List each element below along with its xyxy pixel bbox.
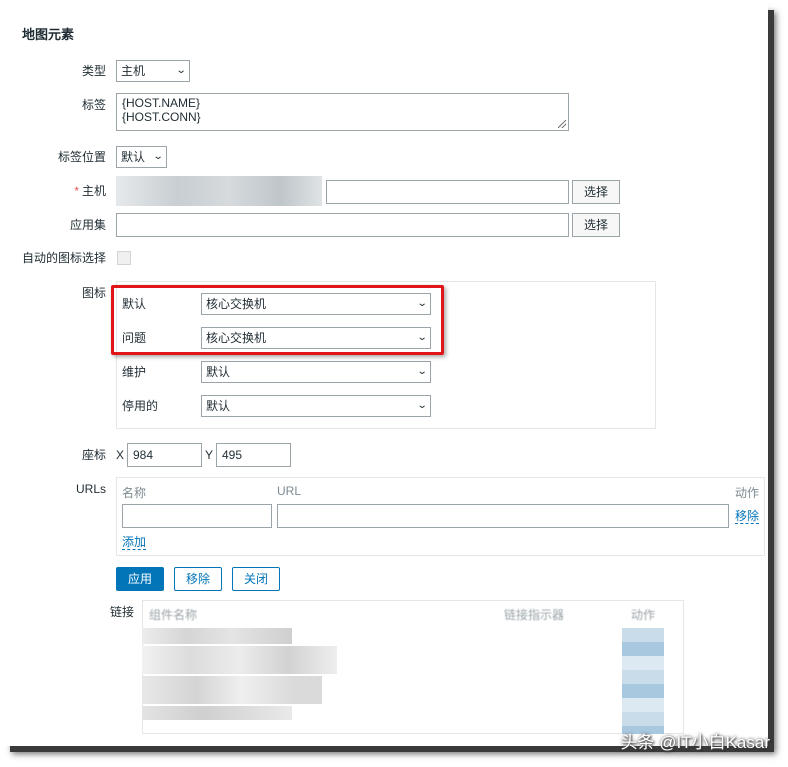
links-label: 链接 xyxy=(109,605,134,619)
coordinates-label: 座标 xyxy=(81,448,106,462)
type-select-value: 主机 xyxy=(121,64,146,78)
chevron-down-icon: ⌄ xyxy=(416,400,428,411)
links-redacted-row xyxy=(142,676,322,704)
icon-disabled-select[interactable]: 默认 ⌄ xyxy=(201,395,431,417)
application-label: 应用集 xyxy=(69,218,106,232)
application-input[interactable] xyxy=(116,213,569,237)
remove-button[interactable]: 移除 xyxy=(174,567,222,591)
links-col-element: 组件名称 xyxy=(149,608,198,622)
chevron-down-icon: ⌄ xyxy=(175,65,187,76)
links-redacted-row xyxy=(142,646,337,674)
auto-icon-checkbox[interactable] xyxy=(117,251,131,265)
urls-col-action: 动作 xyxy=(735,486,760,500)
url-value-input[interactable] xyxy=(277,504,729,528)
coord-x-input[interactable]: 984 xyxy=(127,443,202,467)
url-remove-link[interactable]: 移除 xyxy=(735,509,760,524)
section-title: 地图元素 xyxy=(22,27,75,42)
label-textarea[interactable]: {HOST.NAME} {HOST.CONN} xyxy=(116,93,569,131)
icon-disabled-label: 停用的 xyxy=(122,399,159,413)
host-label-text: 主机 xyxy=(81,184,106,198)
links-redacted-row xyxy=(142,628,292,644)
coord-y-label: Y xyxy=(205,448,214,462)
chevron-down-icon: ⌄ xyxy=(152,151,164,162)
urls-col-url: URL xyxy=(277,484,302,498)
type-label: 类型 xyxy=(81,64,106,78)
host-redacted-value xyxy=(116,176,322,206)
application-select-button[interactable]: 选择 xyxy=(572,213,620,237)
icon-maintenance-value: 默认 xyxy=(206,365,231,379)
coord-y-input[interactable]: 495 xyxy=(216,443,291,467)
coord-x-label: X xyxy=(116,448,125,462)
icon-maintenance-select[interactable]: 默认 ⌄ xyxy=(201,361,431,383)
auto-icon-label: 自动的图标选择 xyxy=(21,251,106,265)
label-line-1: {HOST.NAME} xyxy=(122,96,201,110)
url-name-input[interactable] xyxy=(122,504,272,528)
label-location-select[interactable]: 默认 ⌄ xyxy=(116,146,167,168)
label-location-label: 标签位置 xyxy=(57,150,106,164)
required-marker: * xyxy=(74,184,79,198)
host-label: * 主机 xyxy=(6,179,106,203)
links-col-indicator: 链接指示器 xyxy=(504,608,565,622)
icons-label: 图标 xyxy=(81,286,106,300)
chevron-down-icon: ⌄ xyxy=(416,366,428,377)
highlight-annotation-box xyxy=(111,285,444,355)
apply-button[interactable]: 应用 xyxy=(116,567,164,591)
label-line-2: {HOST.CONN} xyxy=(122,110,201,124)
urls-col-name: 名称 xyxy=(122,486,147,500)
links-redacted-actions xyxy=(622,628,664,734)
icon-maintenance-label: 维护 xyxy=(122,365,147,379)
resize-handle-icon[interactable] xyxy=(558,120,566,128)
label-field-label: 标签 xyxy=(81,98,106,112)
urls-label: URLs xyxy=(75,482,106,496)
watermark-text: 头条 @IT小白Kasar xyxy=(620,733,771,752)
url-add-link[interactable]: 添加 xyxy=(122,535,147,550)
host-input[interactable] xyxy=(326,180,569,204)
links-redacted-row xyxy=(142,706,292,720)
close-button[interactable]: 关闭 xyxy=(232,567,280,591)
host-select-button[interactable]: 选择 xyxy=(572,180,620,204)
type-select[interactable]: 主机 ⌄ xyxy=(116,60,190,82)
label-location-value: 默认 xyxy=(121,150,146,164)
icon-disabled-value: 默认 xyxy=(206,399,231,413)
links-col-action: 动作 xyxy=(631,608,656,622)
